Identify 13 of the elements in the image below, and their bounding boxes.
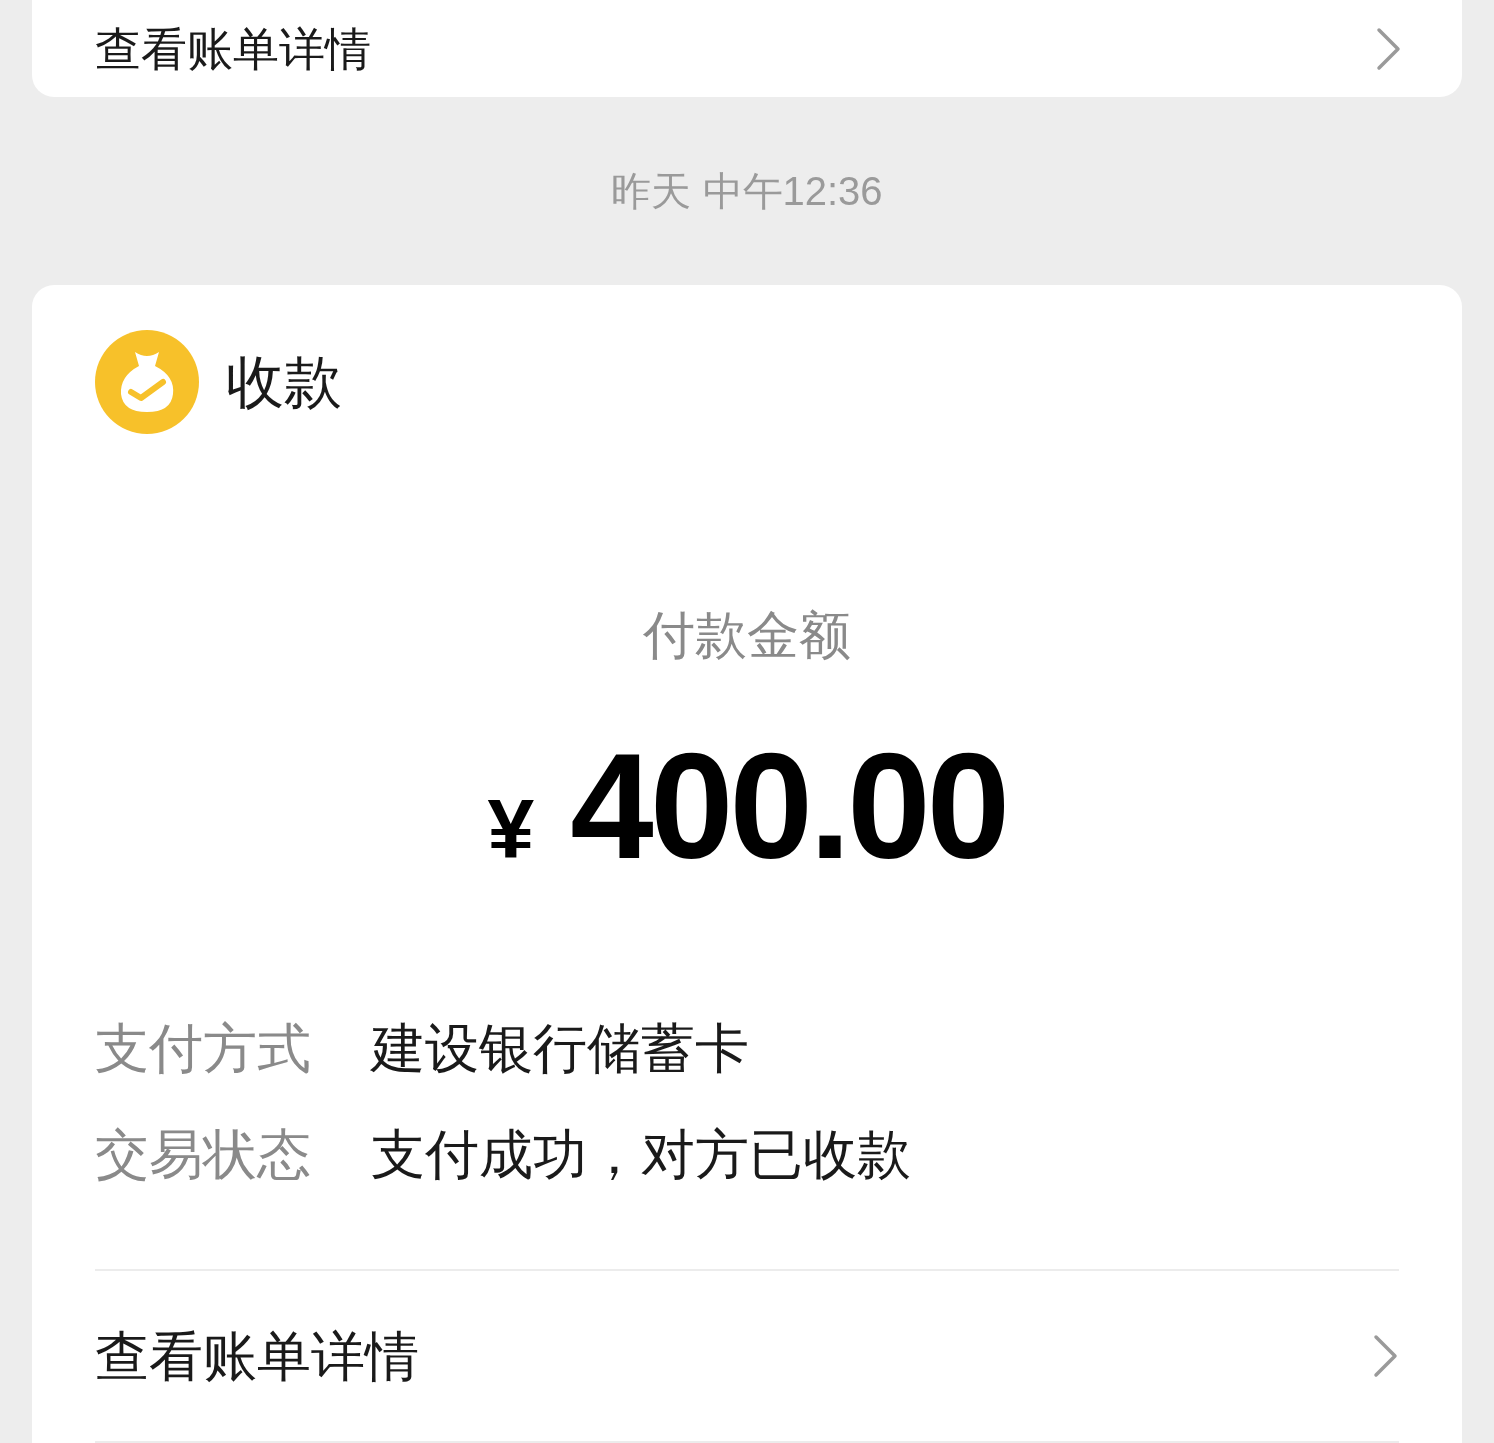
detail-value: 建设银行储蓄卡	[371, 1021, 749, 1075]
money-bag-icon	[95, 330, 199, 434]
chevron-right-icon	[1376, 26, 1402, 71]
detail-label: 交易状态	[95, 1127, 312, 1181]
bill-details-link[interactable]: 查看账单详情	[95, 1329, 419, 1383]
amount: ¥ 400.00	[487, 731, 1007, 881]
detail-label: 支付方式	[95, 1021, 312, 1075]
amount-label: 付款金额	[643, 609, 851, 661]
card-title: 收款	[226, 353, 342, 411]
bill-details-link[interactable]: 查看账单详情	[95, 25, 371, 72]
detail-value: 支付成功，对方已收款	[371, 1127, 911, 1181]
chevron-right-icon	[1373, 1334, 1399, 1378]
timestamp: 昨天 中午12:36	[611, 168, 883, 215]
